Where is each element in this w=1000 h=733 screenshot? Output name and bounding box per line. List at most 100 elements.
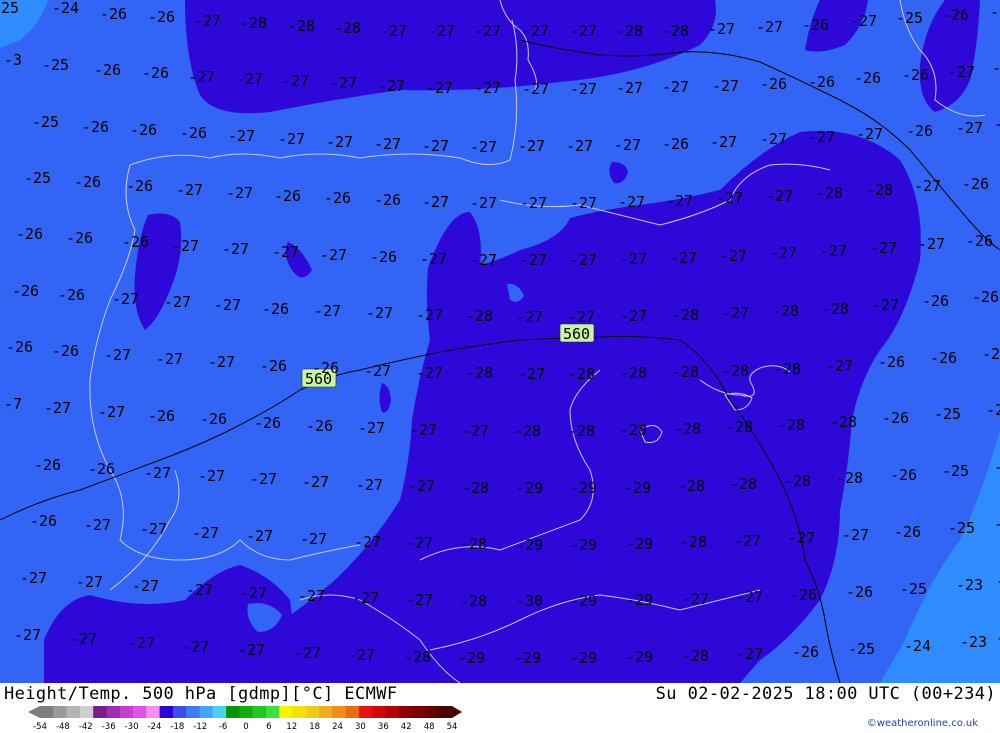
temperature-label: -27 xyxy=(300,530,327,548)
scale-swatch xyxy=(265,706,280,718)
scale-swatch xyxy=(319,706,333,718)
temperature-label: -27 xyxy=(570,22,597,40)
temperature-label: -25 xyxy=(982,345,1000,363)
scale-swatch xyxy=(199,706,214,718)
temperature-label: -27 xyxy=(770,244,797,262)
temperature-label: -27 xyxy=(918,235,945,253)
scale-swatch xyxy=(279,706,293,718)
temperature-label: -29 xyxy=(626,535,653,553)
temperature-label: -26 xyxy=(130,121,157,139)
temperature-label: -27 xyxy=(614,136,641,154)
temperature-label: -28 xyxy=(726,418,753,436)
credit-link[interactable]: ©weatheronline.co.uk xyxy=(867,718,978,729)
weather-map: 560 560 -25-24-26-26-27-28-28-28-27-27-2… xyxy=(0,0,1000,683)
temperature-label: -27 xyxy=(236,70,263,88)
scale-swatch xyxy=(133,706,147,718)
temperature-label: -29 xyxy=(516,536,543,554)
temperature-label: -27 xyxy=(470,138,497,156)
temperature-label: -27 xyxy=(358,419,385,437)
scale-swatch xyxy=(172,706,187,718)
temperature-label: -26 xyxy=(142,64,169,82)
temperature-label: -25 xyxy=(900,580,927,598)
temperature-label: -28 xyxy=(462,479,489,497)
temperature-label: -27 xyxy=(354,533,381,551)
temperature-label: -27 xyxy=(20,569,47,587)
temperature-label: -27 xyxy=(720,247,747,265)
scale-swatch xyxy=(159,706,174,718)
temperature-label: -28 xyxy=(772,302,799,320)
scale-tick-label: -30 xyxy=(125,722,139,731)
temperature-label: -27 xyxy=(570,251,597,269)
temperature-label: -27 xyxy=(470,251,497,269)
temperature-label: -27 xyxy=(380,22,407,40)
temperature-label: -27 xyxy=(518,365,545,383)
temperature-label: -28 xyxy=(466,364,493,382)
temperature-label: -28 xyxy=(288,17,315,35)
temperature-label: -27 xyxy=(186,581,213,599)
temperature-label: -27 xyxy=(228,127,255,145)
scale-swatch xyxy=(412,706,426,718)
temperature-label: -27 xyxy=(84,516,111,534)
scale-swatch xyxy=(398,706,413,718)
temperature-label: -26 xyxy=(200,410,227,428)
temperature-label: -28 xyxy=(682,647,709,665)
contour-label-560-east: 560 xyxy=(559,323,595,343)
temperature-label: -27 xyxy=(516,308,543,326)
temperature-label: -27 xyxy=(856,125,883,143)
temperature-label: -27 xyxy=(406,534,433,552)
temperature-label: -29 xyxy=(516,479,543,497)
temperature-label: -25 xyxy=(24,169,51,187)
temperature-label: -28 xyxy=(674,420,701,438)
temperature-label: -27 xyxy=(70,630,97,648)
temperature-label: -27 xyxy=(470,194,497,212)
scale-swatch xyxy=(93,706,107,718)
temperature-label: -27 xyxy=(98,403,125,421)
temperature-label: -2 xyxy=(994,515,1000,533)
temperature-label: -27 xyxy=(736,588,763,606)
temperature-label: -27 xyxy=(156,350,183,368)
temperature-label: -27 xyxy=(356,476,383,494)
temperature-label: -27 xyxy=(914,177,941,195)
scale-swatch xyxy=(212,706,227,718)
temperature-label: -27 xyxy=(616,79,643,97)
temperature-label: -27 xyxy=(708,20,735,38)
temperature-label: -2 xyxy=(996,629,1000,647)
temperature-label: -26 xyxy=(906,122,933,140)
temperature-label: -27 xyxy=(422,193,449,211)
scale-swatch xyxy=(79,706,94,718)
temperature-label: -27 xyxy=(112,290,139,308)
temperature-label: -27 xyxy=(250,470,277,488)
temperature-label: -27 xyxy=(416,306,443,324)
scale-swatch xyxy=(305,706,320,718)
temperature-label: -27 xyxy=(314,302,341,320)
temperature-label: -26 xyxy=(802,16,829,34)
temperature-label: -27 xyxy=(566,137,593,155)
temperature-label: -28 xyxy=(730,475,757,493)
temperature-label: -26 xyxy=(254,414,281,432)
temperature-label: -27 xyxy=(734,532,761,550)
temperature-label: -27 xyxy=(872,296,899,314)
temperature-label: -7 xyxy=(4,395,22,413)
temperature-label: -27 xyxy=(662,78,689,96)
temperature-label: -26 xyxy=(894,523,921,541)
temperature-label: -26 xyxy=(930,349,957,367)
temperature-label: -26 xyxy=(262,300,289,318)
temperature-label: -27 xyxy=(76,573,103,591)
temperature-label: -26 xyxy=(966,232,993,250)
temperature-label: -26 xyxy=(972,288,999,306)
temperature-label: -27 xyxy=(474,79,501,97)
temperature-label: -26 xyxy=(808,73,835,91)
temperature-label: -26 xyxy=(370,248,397,266)
temperature-label: -27 xyxy=(620,307,647,325)
temperature-label: -27 xyxy=(208,353,235,371)
scale-tick-label: 36 xyxy=(378,722,389,731)
map-title: Height/Temp. 500 hPa [gdmp][°C] ECMWF xyxy=(4,684,398,704)
temperature-label: -27 xyxy=(144,464,171,482)
temperature-label: -25 xyxy=(942,462,969,480)
temperature-label: -27 xyxy=(226,184,253,202)
temperature-label: -27 xyxy=(238,641,265,659)
temperature-label: -26 xyxy=(12,282,39,300)
temperature-label: -27 xyxy=(670,249,697,267)
temperature-label: -27 xyxy=(736,645,763,663)
scale-swatch xyxy=(106,706,121,718)
